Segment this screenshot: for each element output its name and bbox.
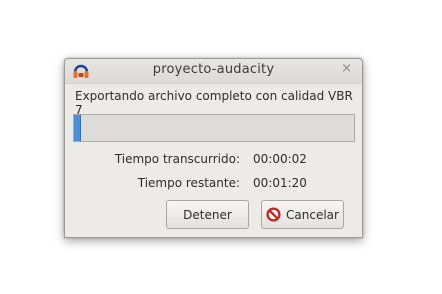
elapsed-time-label: Tiempo transcurrido: (114, 152, 240, 166)
titlebar[interactable]: proyecto-audacity × (65, 59, 362, 84)
window-title: proyecto-audacity (152, 62, 275, 77)
stop-button[interactable]: Detener (166, 200, 249, 229)
cancel-circle-icon (266, 207, 281, 222)
stop-button-label: Detener (183, 207, 232, 222)
export-progress-dialog: proyecto-audacity × Exportando archivo c… (64, 58, 363, 238)
progress-fill (74, 115, 81, 141)
remaining-time-label: Tiempo restante: (137, 176, 240, 190)
remaining-time-value: 00:01:20 (253, 176, 307, 190)
progress-bar (73, 114, 355, 142)
close-button[interactable]: × (341, 61, 352, 76)
elapsed-time-value: 00:00:02 (253, 152, 307, 166)
cancel-button[interactable]: Cancelar (261, 200, 344, 229)
export-message: Exportando archivo completo con calidad … (75, 89, 353, 117)
cancel-button-label: Cancelar (286, 207, 339, 222)
